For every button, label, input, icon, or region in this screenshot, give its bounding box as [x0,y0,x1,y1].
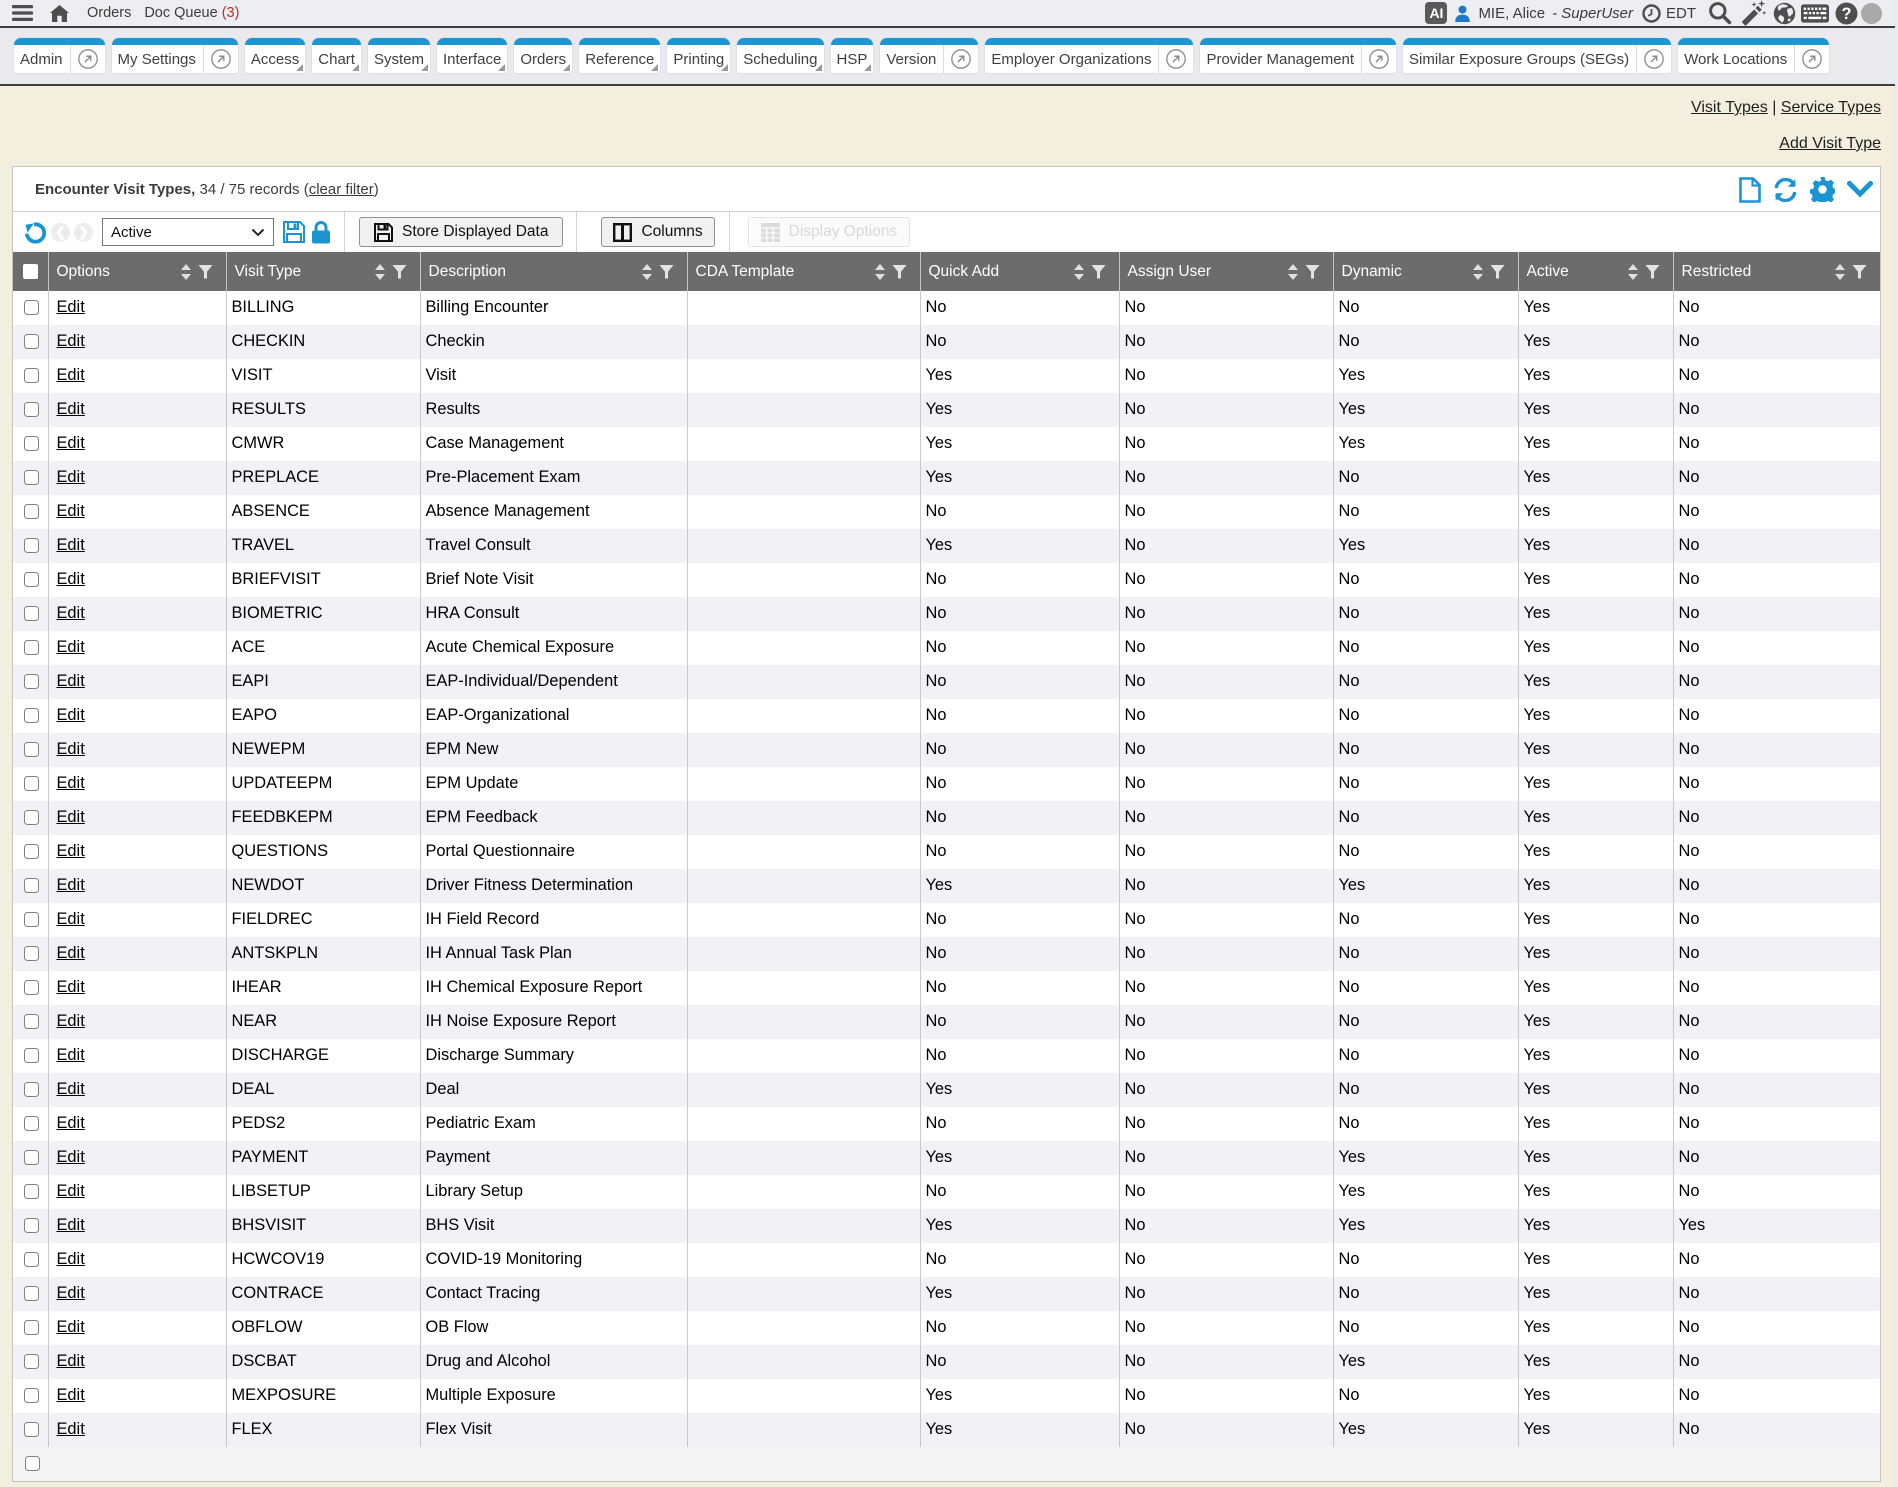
svg-text:?: ? [1841,5,1851,23]
